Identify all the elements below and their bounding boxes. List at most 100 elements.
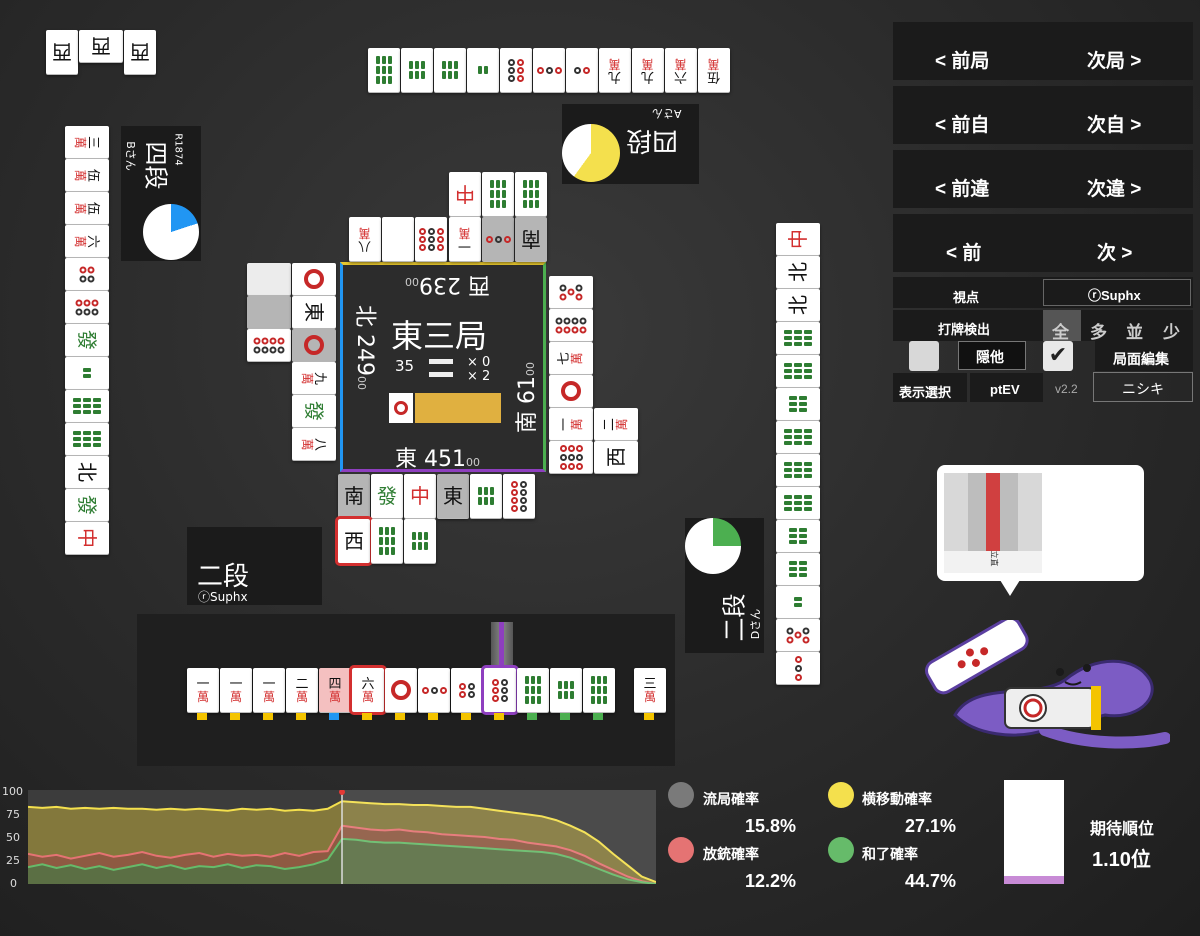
prev-round-button[interactable]: < 前局 bbox=[935, 46, 989, 73]
hand-draw-mark bbox=[644, 713, 654, 720]
filter-all-label: 全 bbox=[1052, 323, 1069, 342]
hand-tile[interactable] bbox=[550, 668, 582, 712]
dead-wall-tiles bbox=[415, 393, 501, 423]
hand-tile[interactable] bbox=[481, 665, 519, 715]
stick-hundred-icon bbox=[429, 372, 453, 377]
mahjong-tile bbox=[549, 276, 593, 308]
score-north-sub: 00 bbox=[355, 376, 368, 390]
mahjong-tile: 伍萬 bbox=[698, 48, 730, 92]
mahjong-tile bbox=[776, 652, 820, 684]
filter-normal-label[interactable]: 並 bbox=[1126, 318, 1143, 343]
mahjong-tile bbox=[515, 172, 547, 216]
score-west-main: 西 239 bbox=[419, 272, 490, 297]
mahjong-tile: 六萬 bbox=[665, 48, 697, 92]
next-self-button[interactable]: 次自 > bbox=[1087, 110, 1141, 137]
score-south-sub: 00 bbox=[524, 362, 537, 376]
mahjong-tile bbox=[776, 553, 820, 585]
next-diff-button[interactable]: 次違 > bbox=[1087, 174, 1141, 201]
score-north: 北 249 00 bbox=[351, 305, 383, 425]
honba-count: 35 bbox=[395, 357, 415, 375]
blank-checkbox[interactable] bbox=[909, 341, 939, 371]
mahjong-tile bbox=[776, 619, 820, 651]
mahjong-tile bbox=[434, 48, 466, 92]
filter-few-label[interactable]: 少 bbox=[1163, 318, 1180, 343]
mahjong-tile: 三萬 bbox=[65, 126, 109, 158]
mahjong-tile bbox=[467, 48, 499, 92]
filter-many-label[interactable]: 多 bbox=[1090, 318, 1107, 343]
hand-tile[interactable] bbox=[583, 668, 615, 712]
mahjong-tile bbox=[292, 329, 336, 361]
mahjong-tile: 西 bbox=[79, 30, 123, 62]
hand-tile[interactable]: 一萬 bbox=[187, 668, 219, 712]
score-east-main: 東 451 bbox=[395, 447, 466, 472]
mahjong-tile bbox=[549, 309, 593, 341]
stick-count-0: × 0 bbox=[467, 355, 491, 370]
version-label: v2.2 bbox=[1055, 382, 1078, 396]
mahjong-tile bbox=[482, 172, 514, 216]
score-east-sub: 00 bbox=[466, 456, 480, 469]
hand-tile-mark bbox=[296, 713, 306, 720]
hand-draw-tile[interactable]: 三萬 bbox=[634, 668, 666, 712]
prev-diff-button[interactable]: < 前違 bbox=[935, 174, 989, 201]
hand-tile[interactable] bbox=[418, 668, 450, 712]
hand-tile[interactable]: 一萬 bbox=[220, 668, 252, 712]
stick-thousand-icon bbox=[429, 359, 453, 364]
prev-button[interactable]: < 前 bbox=[946, 238, 981, 265]
player-left-gauge bbox=[143, 204, 199, 260]
prev-self-button[interactable]: < 前自 bbox=[935, 110, 989, 137]
mahjong-tile: 伍萬 bbox=[65, 159, 109, 191]
hand-tile[interactable]: 六萬 bbox=[349, 665, 387, 715]
hora-dot bbox=[828, 837, 854, 863]
hora-label: 和了確率 bbox=[862, 846, 918, 862]
mahjong-tile bbox=[776, 487, 820, 519]
check-icon[interactable]: ✔ bbox=[1043, 341, 1073, 371]
stick-count-2: × 2 bbox=[467, 369, 491, 384]
mahjong-tile bbox=[247, 329, 291, 361]
mahjong-tile bbox=[482, 217, 514, 261]
hand-tile[interactable] bbox=[451, 668, 483, 712]
mascot-illustration bbox=[925, 620, 1170, 749]
hand-tile-mark bbox=[362, 713, 372, 720]
mahjong-tile: 發 bbox=[292, 395, 336, 427]
player-top-rank: 四段 bbox=[626, 125, 679, 155]
hand-tile[interactable]: 二萬 bbox=[286, 668, 318, 712]
hand-tile[interactable]: 一萬 bbox=[253, 668, 285, 712]
mahjong-tile bbox=[566, 48, 598, 92]
mahjong-tile: 中 bbox=[404, 474, 436, 518]
mahjong-tile: 西 bbox=[335, 516, 373, 566]
player-left-rating: R1874 bbox=[172, 133, 184, 166]
mahjong-tile: 西 bbox=[46, 30, 78, 74]
bubble-label: 立直 bbox=[989, 550, 999, 567]
hand-tile-mark bbox=[197, 713, 207, 720]
houju-value: 12.2% bbox=[744, 871, 796, 891]
next-button[interactable]: 次 > bbox=[1097, 238, 1132, 265]
ryukyoku-dot bbox=[668, 782, 694, 808]
next-round-button[interactable]: 次局 > bbox=[1087, 46, 1141, 73]
mahjong-tile: 北 bbox=[65, 456, 109, 488]
mahjong-tile: 二萬 bbox=[594, 408, 638, 440]
player-left-rank: 四段 bbox=[141, 141, 170, 190]
hand-tile[interactable]: 四萬 bbox=[319, 668, 351, 712]
speech-bubble-tail bbox=[1000, 580, 1020, 596]
hand-tile-mark bbox=[494, 713, 504, 720]
score-west: 西 239 00 bbox=[405, 271, 490, 303]
mahjong-tile: 八萬 bbox=[292, 428, 336, 460]
mahjong-tile bbox=[65, 390, 109, 422]
mahjong-tile bbox=[776, 520, 820, 552]
mahjong-tile bbox=[503, 474, 535, 518]
step-nav-panel bbox=[893, 214, 1193, 272]
hand-tile-mark bbox=[527, 713, 537, 720]
expected-rank-value: 1.10位 bbox=[1092, 849, 1151, 871]
hand-tile[interactable] bbox=[385, 668, 417, 712]
probability-chart[interactable] bbox=[28, 790, 656, 884]
mahjong-tile bbox=[533, 48, 565, 92]
y-tick-50: 50 bbox=[6, 831, 20, 844]
mahjong-tile bbox=[776, 388, 820, 420]
score-west-sub: 00 bbox=[405, 275, 419, 288]
y-tick-0: 0 bbox=[10, 877, 17, 890]
center-info-box: 東三局 35 × 0 × 2 西 239 00 東 451 00 北 249 00 南… bbox=[340, 262, 546, 472]
hand-tile[interactable] bbox=[517, 668, 549, 712]
mahjong-tile bbox=[247, 263, 291, 295]
hand-tile-mark bbox=[461, 713, 471, 720]
mahjong-tile bbox=[371, 519, 403, 563]
